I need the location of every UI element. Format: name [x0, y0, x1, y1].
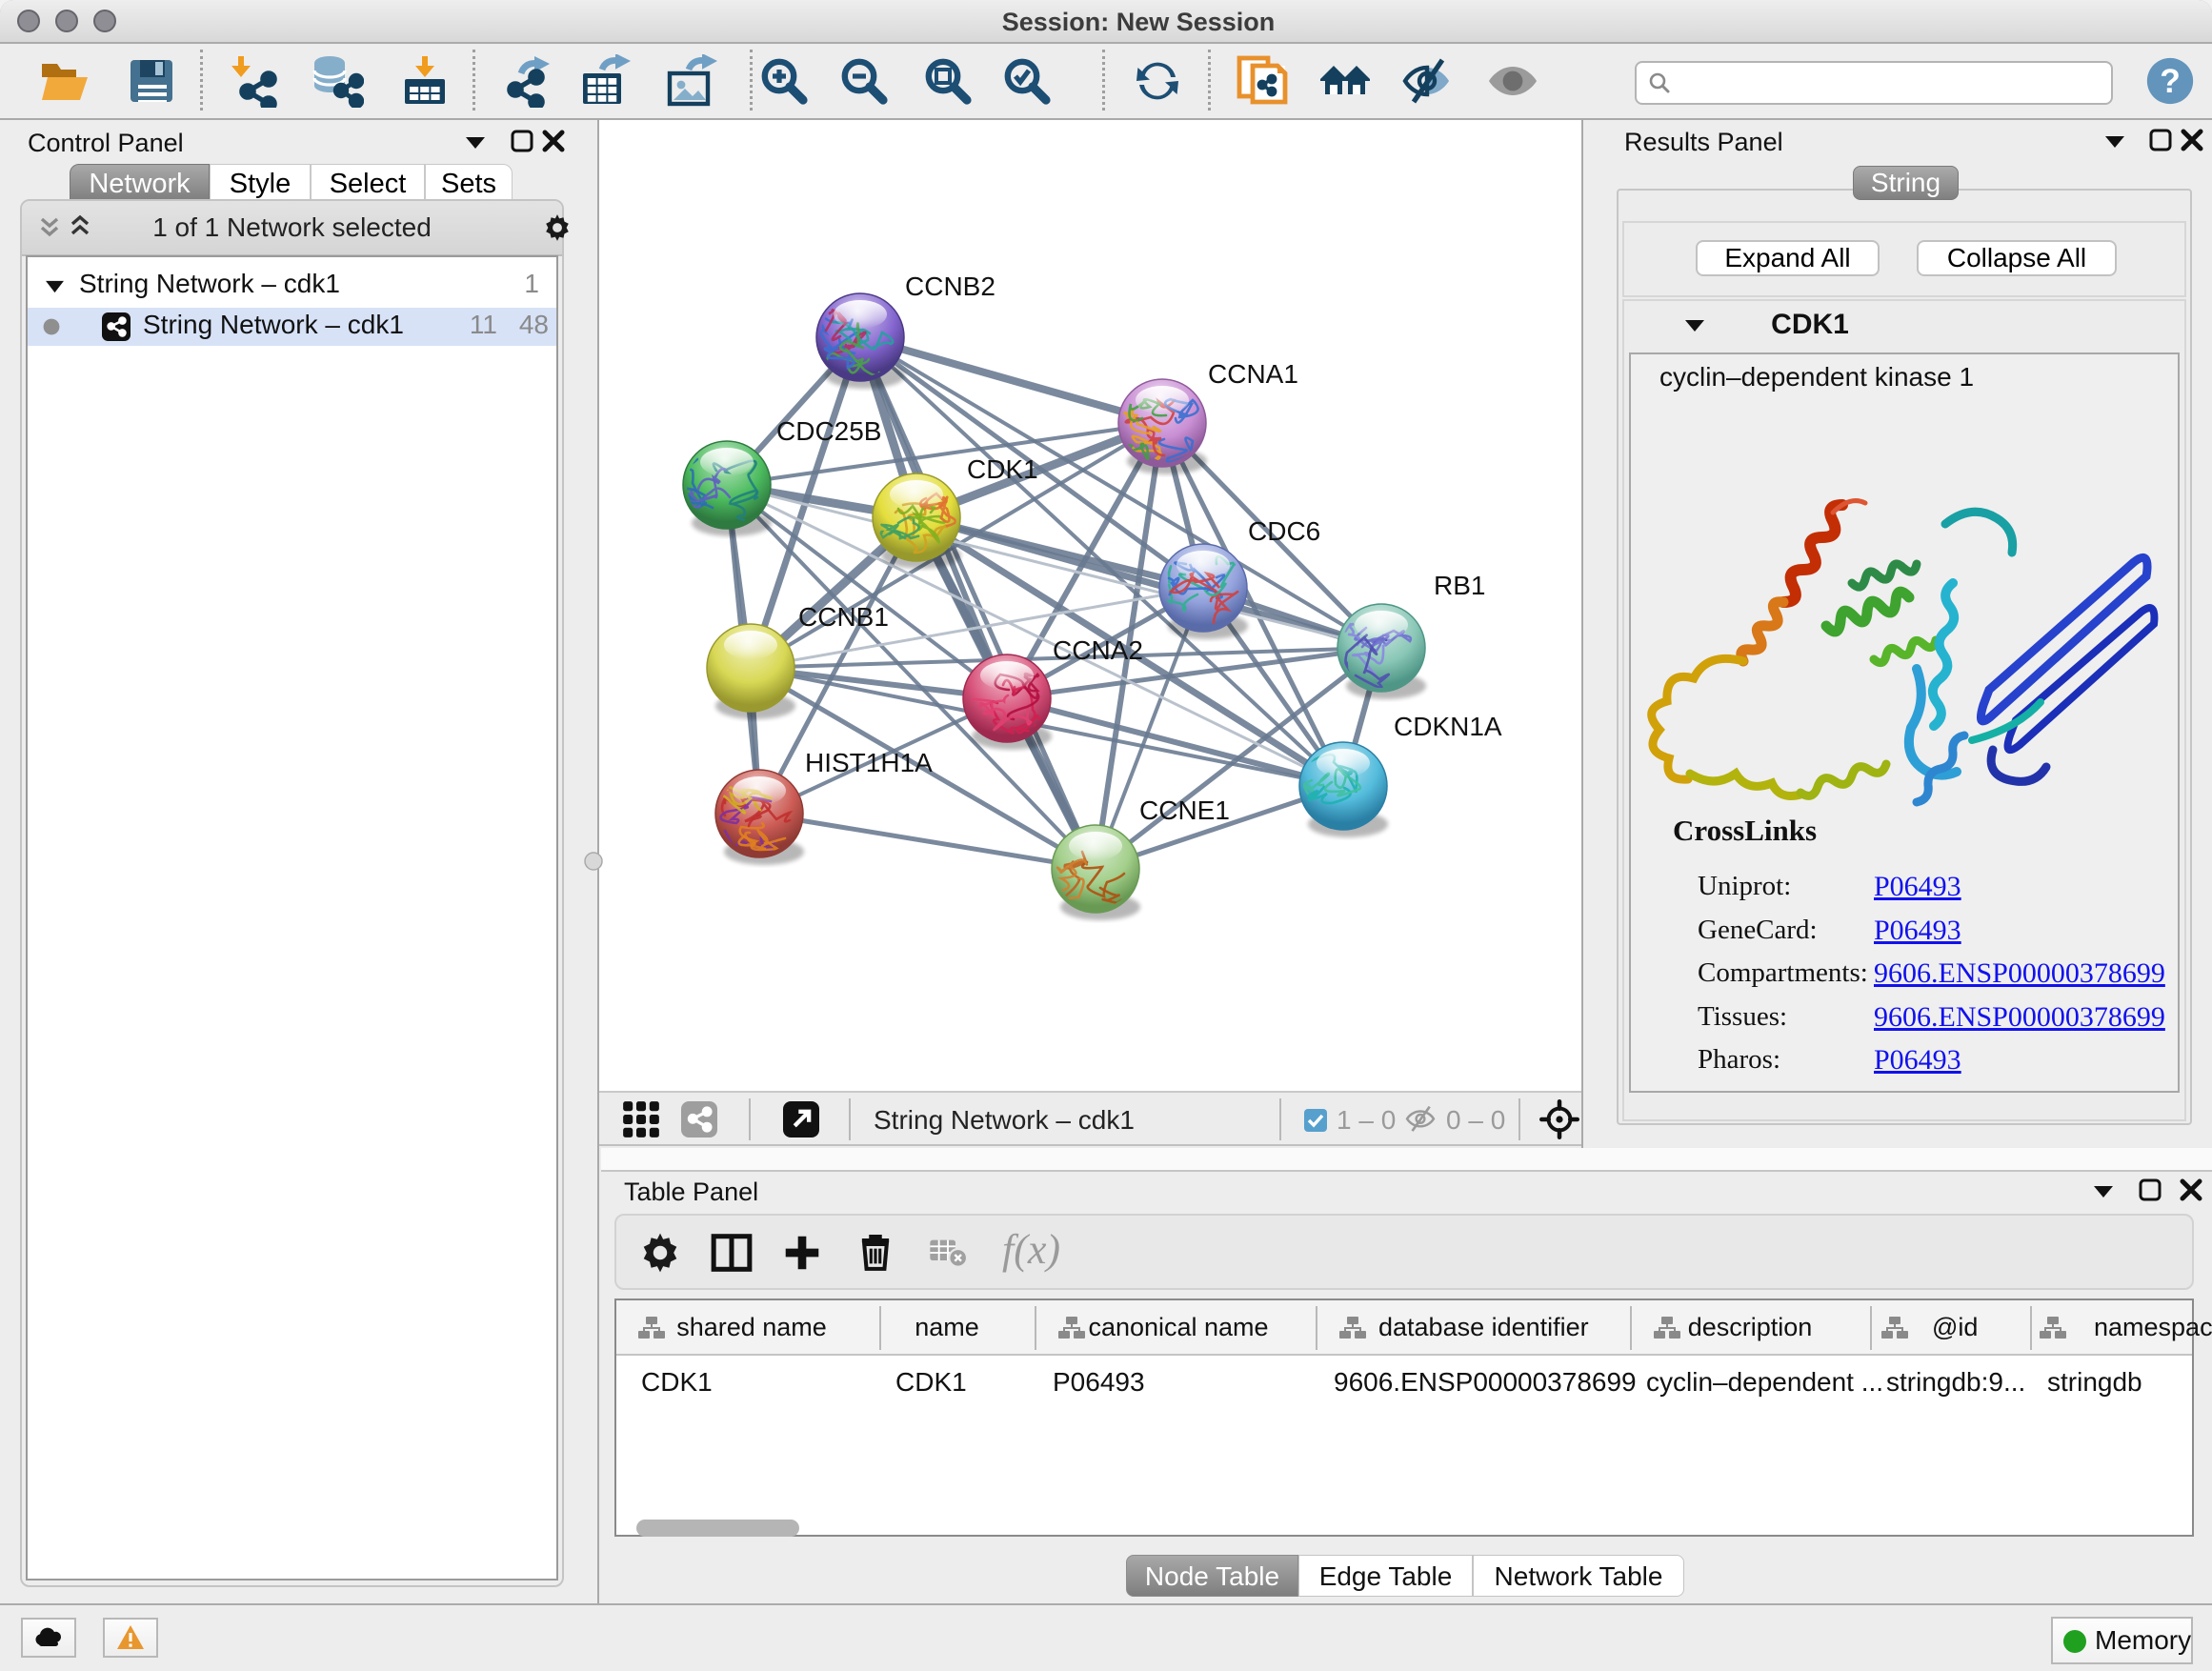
svg-text:CCNE1: CCNE1: [1139, 795, 1230, 825]
svg-text:CDC25B: CDC25B: [776, 416, 881, 446]
svg-text:?: ?: [2160, 63, 2181, 100]
svg-text:CDC6: CDC6: [1248, 516, 1320, 546]
svg-text:CCNA1: CCNA1: [1208, 359, 1298, 389]
svg-text:CCNA2: CCNA2: [1053, 635, 1143, 665]
svg-text:CDKN1A: CDKN1A: [1394, 712, 1502, 741]
svg-text:HIST1H1A: HIST1H1A: [805, 748, 933, 777]
svg-text:CCNB2: CCNB2: [905, 272, 995, 301]
svg-text:RB1: RB1: [1434, 571, 1485, 600]
svg-text:CCNB1: CCNB1: [798, 602, 889, 632]
svg-text:CDK1: CDK1: [967, 454, 1038, 484]
